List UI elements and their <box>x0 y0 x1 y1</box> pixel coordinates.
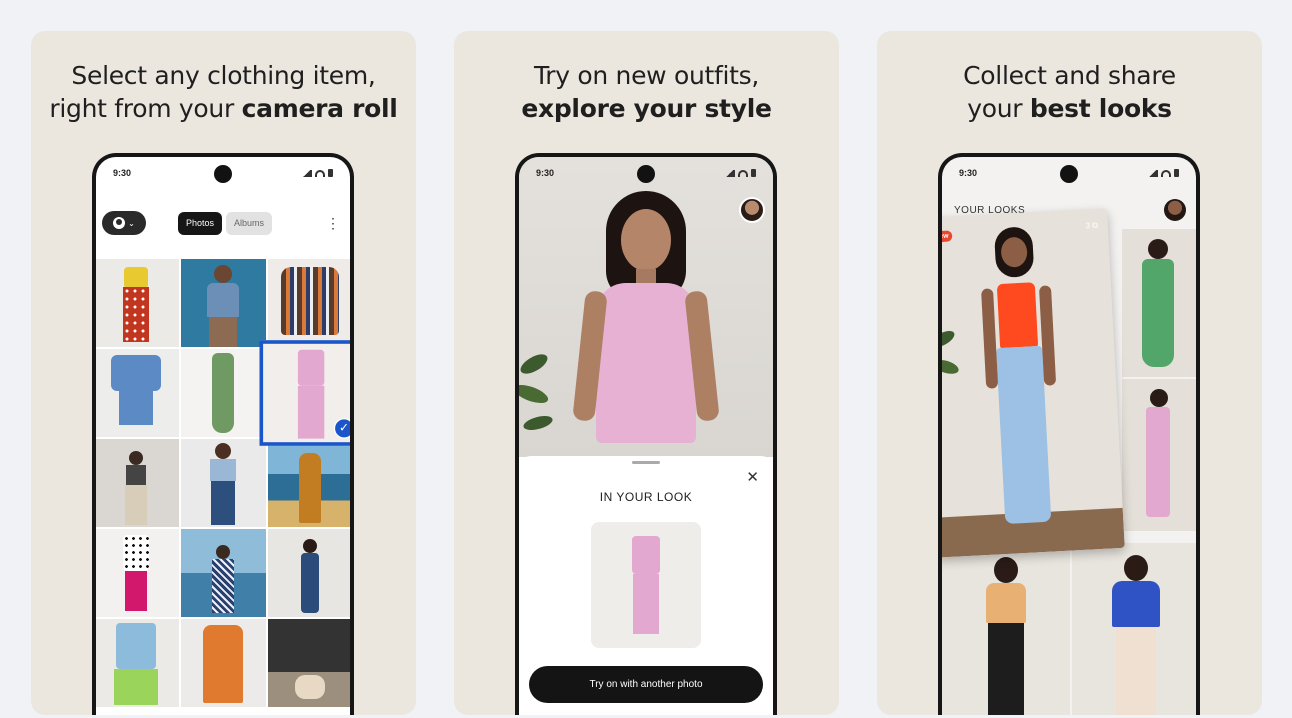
photo-thumbnail-selected[interactable]: ✓ <box>259 340 350 446</box>
profile-avatar[interactable] <box>739 197 765 223</box>
photo-thumbnail[interactable] <box>180 259 266 347</box>
headline-bold: explore your style <box>521 94 772 123</box>
status-icons <box>1147 169 1179 177</box>
wifi-icon <box>1161 169 1171 177</box>
photo-thumbnail[interactable] <box>96 619 179 707</box>
photo-thumbnail[interactable] <box>96 529 179 617</box>
headline-prefix: your <box>967 94 1030 123</box>
headline-bold: camera roll <box>241 94 398 123</box>
headline-prefix: right from your <box>49 94 242 123</box>
photo-grid: ✓ <box>96 259 350 707</box>
photo-thumbnail[interactable] <box>267 619 350 707</box>
close-icon[interactable]: ✕ <box>746 468 759 486</box>
look-count-value: 3 <box>1085 221 1091 231</box>
status-icons <box>301 169 333 177</box>
status-time: 9:30 <box>113 168 132 178</box>
chevron-down-icon: ⌄ <box>128 218 135 228</box>
panel-headline: Try on new outfits, explore your style <box>454 59 839 125</box>
panel-headline: Collect and share your best looks <box>877 59 1262 125</box>
photo-thumbnail[interactable] <box>267 529 350 617</box>
model-figure <box>571 191 721 457</box>
plant-graphic <box>942 326 966 418</box>
headline-line-1: Select any clothing item, <box>71 61 376 90</box>
look-tile[interactable] <box>1122 229 1196 377</box>
phone-screen: 9:30 YOUR LOOKS New 3 ⧉ <box>942 157 1196 715</box>
photo-thumbnail[interactable] <box>267 259 350 347</box>
photo-thumbnail[interactable] <box>180 529 266 617</box>
model-figure <box>968 225 1074 545</box>
sheet-title: IN YOUR LOOK <box>599 490 693 504</box>
camera-hole <box>214 165 232 183</box>
phone-frame: 9:30 ✕ IN YOUR LOOK Try on with another … <box>515 153 777 715</box>
photo-thumbnail[interactable] <box>180 439 266 527</box>
signal-icon <box>724 169 735 177</box>
status-time: 9:30 <box>536 168 555 178</box>
photo-thumbnail[interactable] <box>267 439 350 527</box>
gallery-toolbar: ⌄ Photos Albums ⋮ <box>102 209 344 237</box>
headline-line-2: right from your camera roll <box>31 92 416 125</box>
phone-frame: 9:30 ⌄ Photos Albums ⋮ ✓ <box>92 153 354 715</box>
copy-icon: ⧉ <box>1091 220 1099 231</box>
photo-thumbnail[interactable] <box>180 619 266 707</box>
signal-icon <box>301 169 312 177</box>
plant-graphic <box>519 347 569 457</box>
promo-panel-looks: Collect and share your best looks 9:30 Y… <box>877 31 1262 715</box>
wifi-icon <box>738 169 748 177</box>
battery-icon <box>328 169 333 177</box>
tab-albums[interactable]: Albums <box>226 211 273 235</box>
more-options-icon[interactable]: ⋮ <box>326 216 340 230</box>
look-tile[interactable] <box>942 543 1070 715</box>
source-tabs: Photos Albums <box>178 211 273 235</box>
phone-screen: 9:30 ✕ IN YOUR LOOK Try on with another … <box>519 157 773 715</box>
try-on-photo <box>519 157 773 457</box>
look-tile[interactable] <box>1072 543 1196 715</box>
phone-frame: 9:30 YOUR LOOKS New 3 ⧉ <box>938 153 1200 715</box>
headline-line-1: Try on new outfits, <box>533 61 760 90</box>
phone-screen: 9:30 ⌄ Photos Albums ⋮ ✓ <box>96 157 350 715</box>
camera-hole <box>637 165 655 183</box>
look-tile[interactable] <box>1122 379 1196 531</box>
battery-icon <box>1174 169 1179 177</box>
profile-avatar[interactable] <box>1164 199 1186 221</box>
photo-thumbnail[interactable] <box>180 349 266 437</box>
status-time: 9:30 <box>959 168 978 178</box>
featured-look-card[interactable]: New 3 ⧉ <box>942 208 1125 558</box>
photo-thumbnail[interactable] <box>96 349 179 437</box>
wifi-icon <box>315 169 325 177</box>
checkmark-icon: ✓ <box>333 418 350 439</box>
new-badge: New <box>942 230 953 243</box>
drag-handle[interactable] <box>632 461 660 464</box>
headline-line-1: Collect and share <box>963 61 1176 90</box>
account-switcher-button[interactable]: ⌄ <box>102 211 146 235</box>
promo-panel-try-on: Try on new outfits, explore your style 9… <box>454 31 839 715</box>
look-bottom-sheet: ✕ IN YOUR LOOK Try on with another photo <box>519 456 773 715</box>
panel-headline: Select any clothing item, right from you… <box>31 59 416 125</box>
photo-thumbnail[interactable] <box>96 439 179 527</box>
status-icons <box>724 169 756 177</box>
headline-line-2: your best looks <box>877 92 1262 125</box>
tab-photos[interactable]: Photos <box>178 211 223 235</box>
try-on-another-photo-button[interactable]: Try on with another photo <box>529 666 763 703</box>
headline-line-2: explore your style <box>454 92 839 125</box>
battery-icon <box>751 169 756 177</box>
account-icon <box>113 217 126 229</box>
headline-bold: best looks <box>1029 94 1172 123</box>
garment-card[interactable] <box>591 522 701 648</box>
look-count: 3 ⧉ <box>1085 221 1098 232</box>
camera-hole <box>1060 165 1078 183</box>
promo-panel-camera-roll: Select any clothing item, right from you… <box>31 31 416 715</box>
photo-thumbnail[interactable] <box>96 259 179 347</box>
signal-icon <box>1147 169 1158 177</box>
